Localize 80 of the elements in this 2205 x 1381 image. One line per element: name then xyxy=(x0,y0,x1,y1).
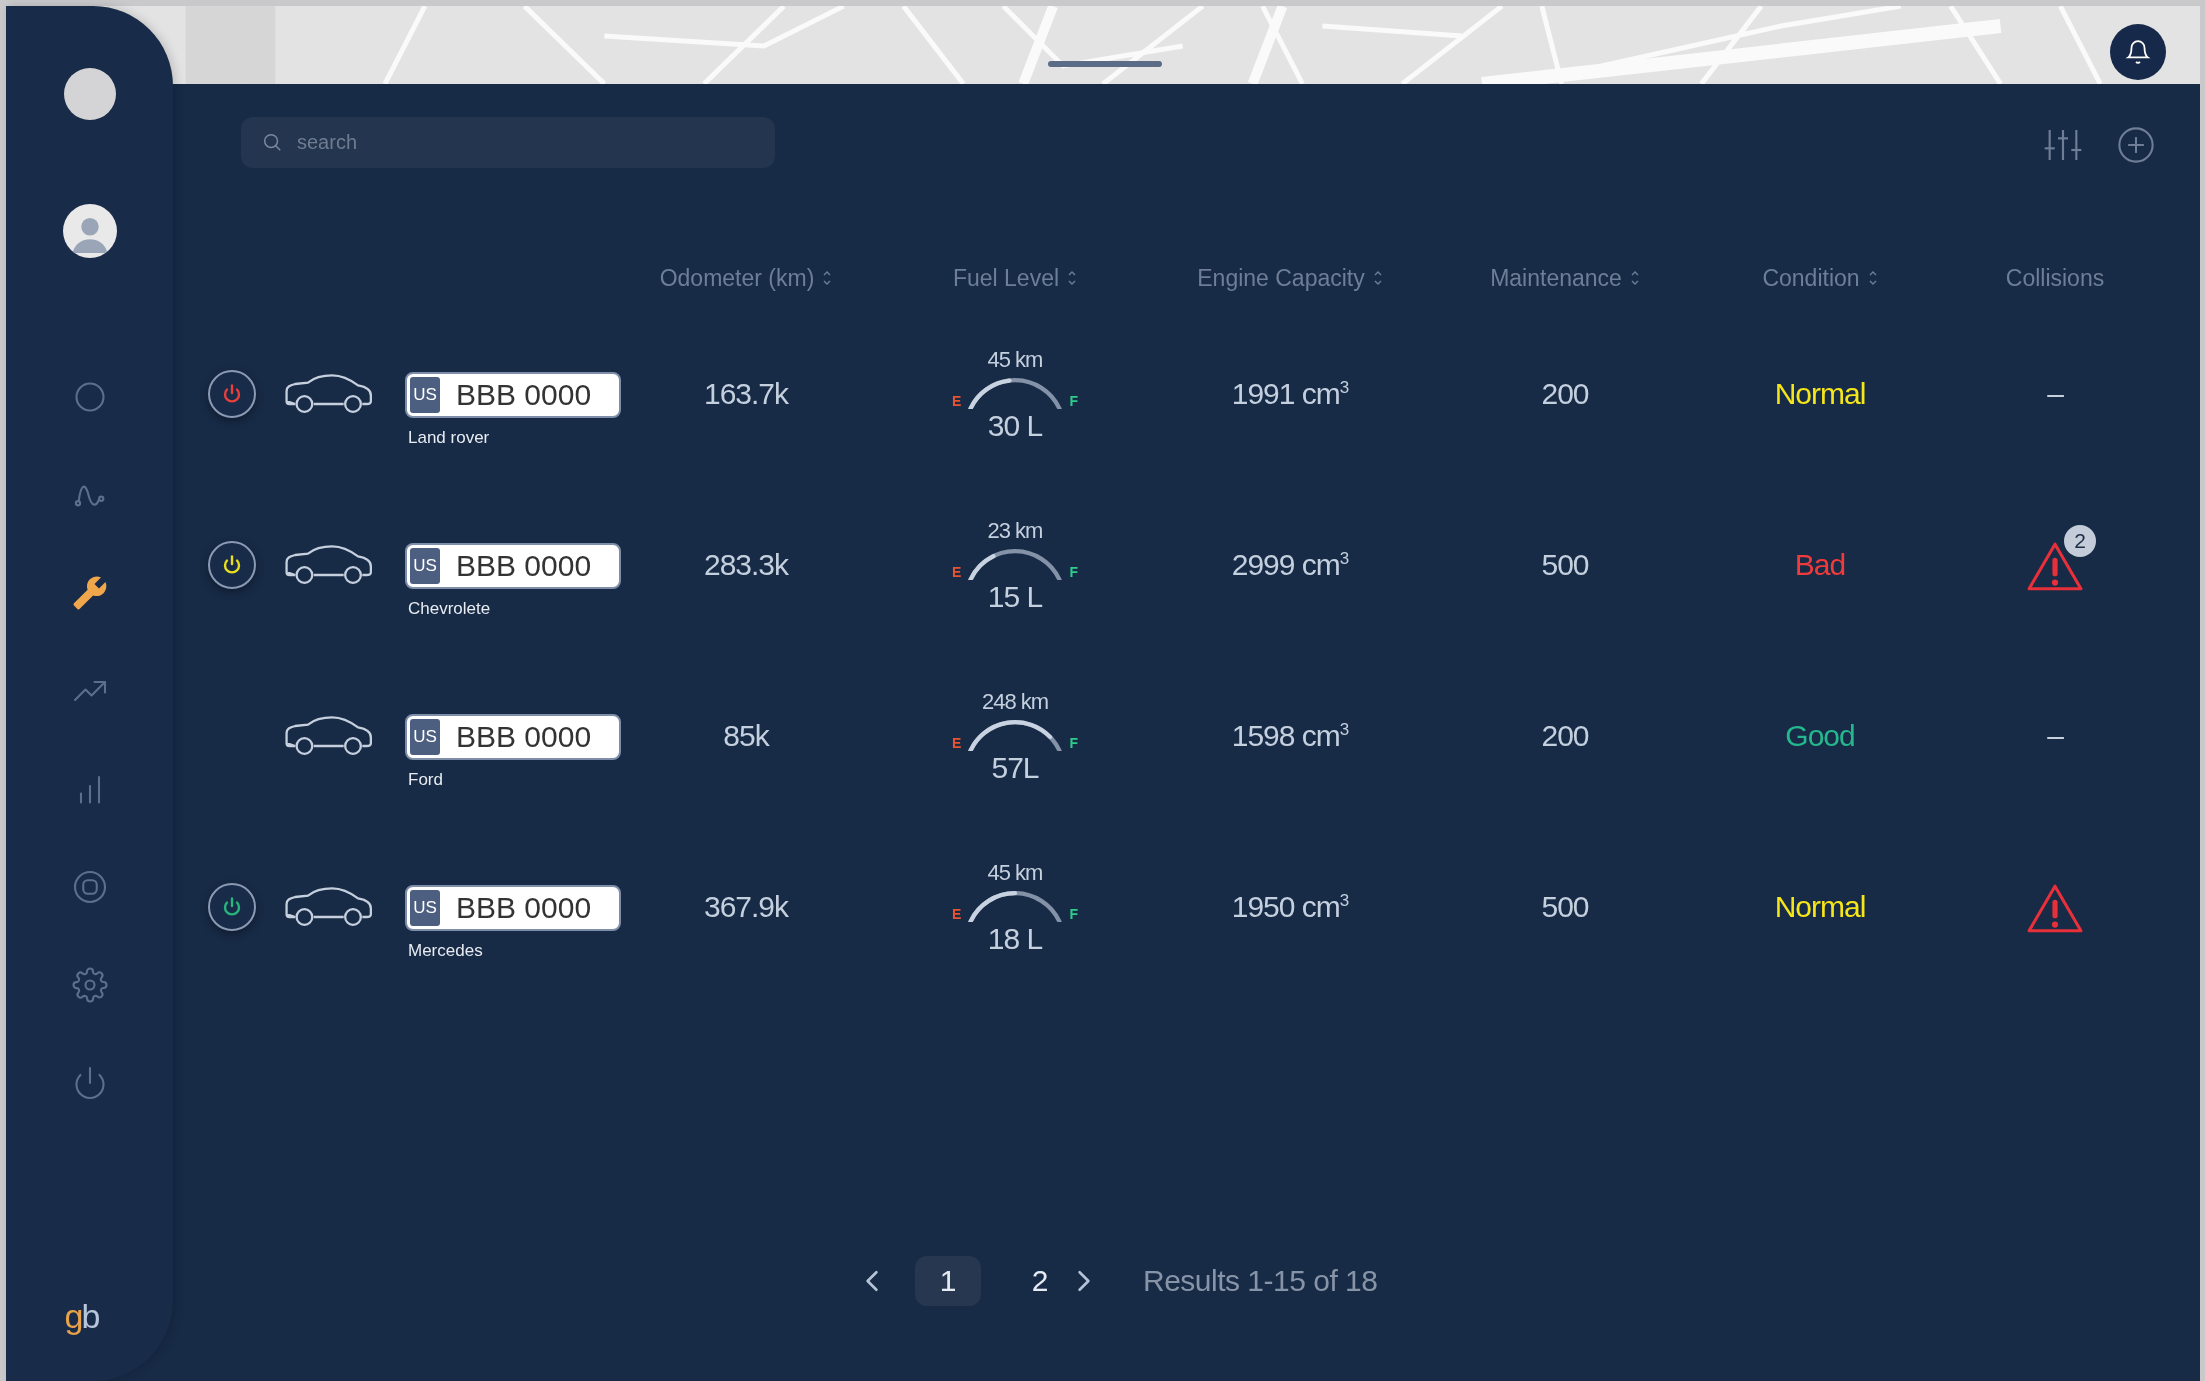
add-icon[interactable] xyxy=(2117,125,2155,164)
plate-number: BBB 0000 xyxy=(456,377,592,412)
car-icon xyxy=(282,715,374,756)
odometer-value: 85k xyxy=(723,718,769,753)
maintenance-value: 200 xyxy=(1541,718,1589,753)
condition-status: Normal xyxy=(1774,376,1866,411)
column-header[interactable]: Engine Capacity xyxy=(1197,264,1383,292)
condition-status: Normal xyxy=(1774,889,1866,924)
fuel-range: 45 km xyxy=(987,859,1043,886)
fuel-range: 248 km xyxy=(981,688,1049,715)
country-code: US xyxy=(410,376,440,413)
engine-capacity: 1991 cm$^{3}$ xyxy=(1231,376,1349,411)
page-button[interactable]: 1 xyxy=(915,1256,981,1306)
odometer-value: 163.7k xyxy=(703,376,789,411)
car-model: Mercedes xyxy=(408,940,483,961)
no-collisions: – xyxy=(2047,376,2063,411)
fuel-range: 45 km xyxy=(987,346,1043,373)
engine-capacity: 1598 cm$^{3}$ xyxy=(1231,718,1349,753)
column-header[interactable]: Condition xyxy=(1762,264,1878,292)
country-code: US xyxy=(410,718,440,755)
car-model: Ford xyxy=(408,769,443,790)
condition-status: Bad xyxy=(1794,547,1846,582)
search-field[interactable]: search xyxy=(241,117,775,168)
settings-icon[interactable] xyxy=(71,967,108,1003)
sort-icon xyxy=(1067,269,1078,287)
next-page-icon[interactable] xyxy=(1077,1270,1091,1292)
wrench-icon[interactable] xyxy=(71,575,108,611)
engine-capacity: 2999 cm$^{3}$ xyxy=(1231,547,1349,582)
drag-handle[interactable] xyxy=(1048,61,1162,67)
country-code: US xyxy=(410,547,440,584)
no-collisions: – xyxy=(2047,718,2063,753)
collision-count-badge: 2 xyxy=(2064,524,2096,557)
logo-placeholder xyxy=(63,68,116,120)
fuel-amount: 18 L xyxy=(987,923,1043,954)
full-label: F xyxy=(1069,392,1078,409)
sort-icon xyxy=(1629,269,1640,287)
column-header: Collisions xyxy=(2005,264,2105,292)
engine-power-button[interactable] xyxy=(208,882,256,931)
empty-label: E xyxy=(952,905,962,922)
previous-page-icon[interactable] xyxy=(865,1270,879,1292)
odometer-value: 367.9k xyxy=(703,889,789,924)
empty-label: E xyxy=(952,734,962,751)
car-icon xyxy=(282,544,374,585)
full-label: F xyxy=(1069,905,1078,922)
sort-icon xyxy=(1372,269,1383,287)
engine-capacity: 1950 cm$^{3}$ xyxy=(1231,889,1349,924)
sort-icon xyxy=(822,269,833,287)
bell-icon xyxy=(2125,39,2151,65)
odometer-value: 283.3k xyxy=(703,547,789,582)
car-model: Land rover xyxy=(408,427,490,448)
plate-number: BBB 0000 xyxy=(456,890,592,925)
avatar[interactable] xyxy=(62,204,117,258)
page-button[interactable]: 2 xyxy=(1007,1256,1073,1306)
condition-status: Good xyxy=(1785,718,1855,753)
car-icon xyxy=(282,373,374,414)
empty-label: E xyxy=(952,563,962,580)
maintenance-value: 200 xyxy=(1541,376,1589,411)
brand-logo: gb xyxy=(64,1299,99,1333)
maintenance-value: 500 xyxy=(1541,547,1589,582)
fuel-amount: 57L xyxy=(991,752,1039,783)
engine-power-button[interactable] xyxy=(208,369,256,418)
sort-icon xyxy=(1867,269,1878,287)
target-icon[interactable] xyxy=(71,869,108,905)
fuel-amount: 15 L xyxy=(987,581,1043,612)
car-icon xyxy=(282,886,374,927)
plate-number: BBB 0000 xyxy=(456,719,592,754)
empty-label: E xyxy=(952,392,962,409)
car-model: Chevrolete xyxy=(408,598,491,619)
column-header[interactable]: Fuel Level xyxy=(952,264,1078,292)
column-header[interactable]: Maintenance xyxy=(1490,264,1640,292)
engine-power-button[interactable] xyxy=(208,540,256,589)
plate-number: BBB 0000 xyxy=(456,548,592,583)
country-code: US xyxy=(410,889,440,926)
column-header[interactable]: Odometer (km) xyxy=(659,264,833,292)
fuel-range: 23 km xyxy=(987,517,1043,544)
full-label: F xyxy=(1069,563,1078,580)
full-label: F xyxy=(1069,734,1078,751)
results-count: Results 1-15 of 18 xyxy=(1143,1264,1378,1298)
maintenance-value: 500 xyxy=(1541,889,1589,924)
fuel-amount: 30 L xyxy=(987,410,1043,441)
